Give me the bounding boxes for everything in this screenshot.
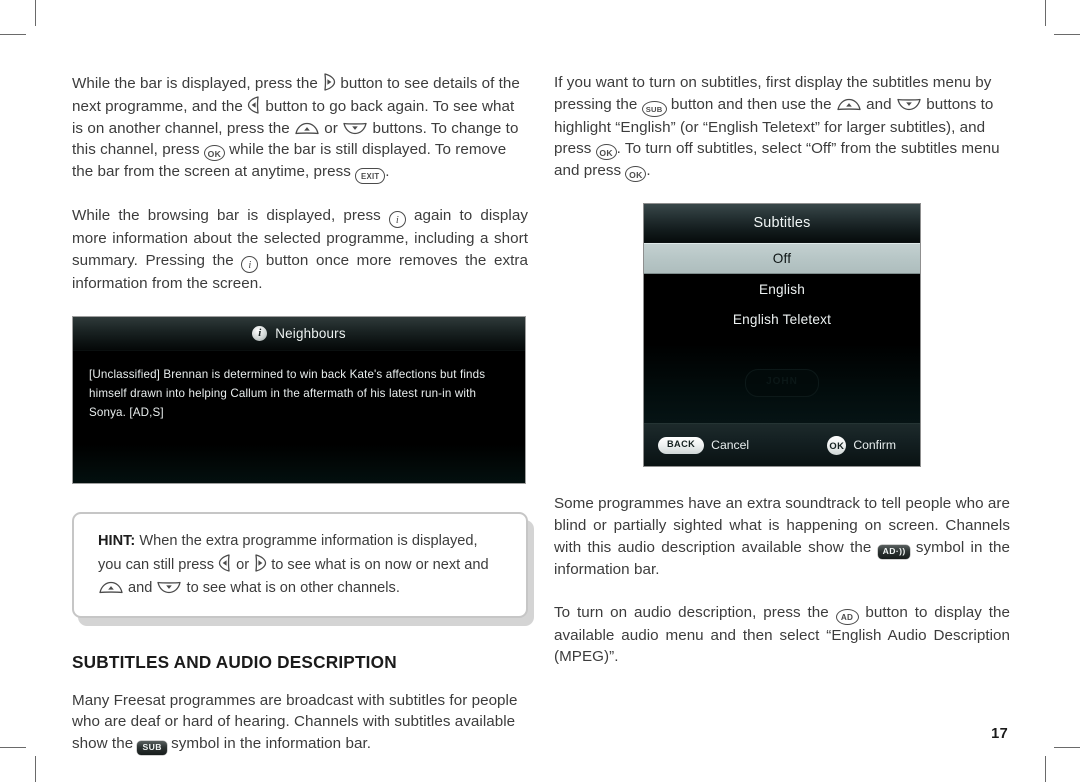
text-fragment: and <box>124 579 157 596</box>
subtitles-menu-header: Subtitles <box>644 204 920 244</box>
ad-badge-label: AD <box>882 546 896 556</box>
sub-badge-icon: SUB <box>137 741 167 755</box>
info-key-icon: i <box>241 255 259 273</box>
text-fragment: or <box>232 556 254 573</box>
ok-key-icon: OK <box>625 166 647 183</box>
down-arrow-key-icon <box>896 97 922 112</box>
up-arrow-key-icon <box>294 121 320 136</box>
hint-text: HINT: When the extra programme informati… <box>98 530 504 600</box>
text-fragment: button and then use the <box>666 95 836 113</box>
menu-item-english-teletext[interactable]: English Teletext <box>644 304 920 334</box>
page-number: 17 <box>991 726 1008 742</box>
programme-info-panel: i Neighbours [Unclassified] Brennan is d… <box>72 315 526 484</box>
down-arrow-key-icon <box>156 580 182 595</box>
programme-description: [Unclassified] Brennan is determined to … <box>73 350 525 483</box>
background-watermark: JOHN <box>745 369 819 398</box>
cancel-action[interactable]: BACK Cancel <box>658 436 750 454</box>
left-arrow-key-icon <box>247 95 261 115</box>
cancel-label: Cancel <box>711 438 750 453</box>
left-column: While the bar is displayed, press the bu… <box>72 72 534 755</box>
right-arrow-key-icon <box>322 72 336 92</box>
paragraph-turn-on-audio-description: To turn on audio description, press the … <box>554 602 1010 669</box>
confirm-label: Confirm <box>853 438 896 453</box>
menu-item-english[interactable]: English <box>644 274 920 304</box>
hint-label: HINT: <box>98 532 136 549</box>
programme-title: Neighbours <box>275 325 346 341</box>
text-fragment: to see what is on other channels. <box>182 579 400 596</box>
right-arrow-key-icon <box>253 553 267 573</box>
section-heading: Subtitles and audio description <box>72 651 397 672</box>
menu-item-off[interactable]: Off <box>644 243 920 275</box>
info-icon: i <box>252 325 268 341</box>
ad-badge-icon: AD·)) <box>877 545 910 559</box>
subtitles-menu-footer: BACK Cancel OK Confirm <box>644 423 920 467</box>
paragraph-audio-description-intro: Some programmes have an extra soundtrack… <box>554 493 1010 580</box>
ok-key-icon: OK <box>827 435 847 455</box>
text-fragment: . <box>385 163 390 181</box>
up-arrow-key-icon <box>836 97 862 112</box>
subtitles-menu-title: Subtitles <box>753 215 811 232</box>
manual-page: While the bar is displayed, press the bu… <box>0 0 1080 782</box>
text-fragment: To turn on audio description, press the <box>554 603 836 621</box>
ok-key-icon: OK <box>595 144 617 161</box>
programme-info-header: i Neighbours <box>73 316 525 351</box>
ad-key-icon: AD <box>835 608 859 625</box>
hint-box: HINT: When the extra programme informati… <box>72 511 528 618</box>
text-fragment: . To turn off subtitles, select “Off” fr… <box>554 140 1000 180</box>
text-fragment: While the bar is displayed, press the <box>72 75 323 92</box>
left-arrow-key-icon <box>218 553 232 573</box>
exit-key-icon: EXIT <box>355 168 386 185</box>
info-key-icon: i <box>388 211 406 229</box>
text-fragment: or <box>320 119 343 137</box>
up-arrow-key-icon <box>98 580 124 595</box>
paragraph-turn-on-subtitles: If you want to turn on subtitles, first … <box>554 72 1010 183</box>
ok-key-icon: OK <box>203 145 225 162</box>
sub-key-icon: SUB <box>641 100 667 117</box>
subtitles-menu-screenshot: Subtitles Off English English Teletext J… <box>643 203 921 468</box>
subtitles-menu-list: Off English English Teletext JOHN <box>644 243 920 427</box>
hint-callout: HINT: When the extra programme informati… <box>72 511 534 626</box>
text-fragment: and <box>861 95 896 113</box>
text-fragment: to see what is on now or next and <box>267 556 489 573</box>
text-fragment: symbol in the information bar. <box>166 735 371 753</box>
down-arrow-key-icon <box>342 121 368 136</box>
paragraph-info-button: While the browsing bar is displayed, pre… <box>72 205 528 294</box>
text-fragment: While the browsing bar is displayed, pre… <box>72 207 389 225</box>
paragraph-subtitles-intro: Many Freesat programmes are broadcast wi… <box>72 690 528 755</box>
sound-waves-icon: ·)) <box>895 546 906 556</box>
back-key-icon: BACK <box>658 436 705 454</box>
paragraph-browsing-bar-keys: While the bar is displayed, press the bu… <box>72 72 528 185</box>
right-column: If you want to turn on subtitles, first … <box>554 72 1010 668</box>
text-fragment: . <box>646 162 651 180</box>
confirm-action[interactable]: OK Confirm <box>827 435 896 455</box>
